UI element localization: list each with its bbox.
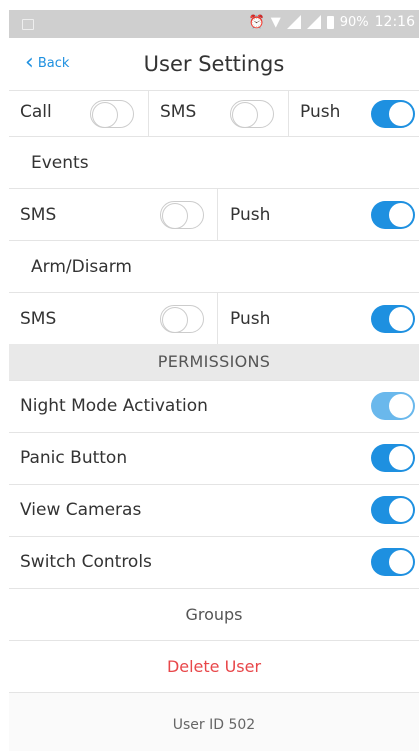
wifi-icon: ▼ (270, 14, 281, 30)
sms-toggle[interactable] (230, 100, 274, 128)
call-label: Call (20, 102, 52, 122)
alarm-icon: ⏰ (248, 14, 265, 30)
battery-percent: 90% (339, 14, 369, 30)
push-toggle[interactable] (371, 100, 415, 128)
events-sms-label: SMS (20, 205, 57, 225)
events-push-label: Push (230, 205, 271, 225)
arm-heading: Arm/Disarm (31, 257, 132, 277)
signal-icon (286, 15, 301, 29)
view-cameras-toggle[interactable] (371, 496, 415, 524)
user-id-row: User ID 502 (9, 692, 419, 751)
battery-icon (326, 15, 334, 29)
permission-label: Night Mode Activation (20, 396, 208, 416)
page-title: User Settings (143, 52, 285, 76)
permissions-header: PERMISSIONS (9, 344, 419, 380)
user-id: User ID 502 (172, 717, 256, 733)
arm-sms-toggle[interactable] (160, 305, 204, 333)
events-heading-row: Events (9, 136, 419, 188)
switch-controls-toggle[interactable] (371, 548, 415, 576)
permission-row: Panic Button (9, 432, 419, 484)
arm-push-toggle[interactable] (371, 305, 415, 333)
signal-icon-2 (306, 15, 321, 29)
delete-user-label: Delete User (166, 657, 262, 676)
push-label: Push (300, 102, 341, 122)
events-sms-toggle[interactable] (160, 201, 204, 229)
permission-row: Switch Controls (9, 536, 419, 588)
events-row: SMS Push (9, 188, 419, 240)
notification-icon (22, 19, 34, 30)
sms-label: SMS (160, 102, 197, 122)
status-bar: ⏰ ▼ 90% 12:16 (9, 10, 419, 38)
clock: 12:16 (374, 14, 415, 30)
arm-row: SMS Push (9, 292, 419, 344)
permission-label: Switch Controls (20, 552, 152, 572)
groups-label: Groups (185, 605, 243, 624)
arm-push-label: Push (230, 309, 271, 329)
night-mode-toggle[interactable] (371, 392, 415, 420)
panic-button-toggle[interactable] (371, 444, 415, 472)
events-push-toggle[interactable] (371, 201, 415, 229)
permission-row: View Cameras (9, 484, 419, 536)
groups-row[interactable]: Groups (9, 588, 419, 640)
app-frame: ⏰ ▼ 90% 12:16 ‹ Back User Settings Call … (9, 10, 419, 751)
permission-label: Panic Button (20, 448, 128, 468)
alerts-row: Call SMS Push (9, 90, 419, 136)
arm-sms-label: SMS (20, 309, 57, 329)
permission-label: View Cameras (20, 500, 142, 520)
events-heading: Events (31, 153, 89, 173)
call-toggle[interactable] (90, 100, 134, 128)
permission-row: Night Mode Activation (9, 380, 419, 432)
arm-heading-row: Arm/Disarm (9, 240, 419, 292)
delete-user-button[interactable]: Delete User (9, 640, 419, 692)
